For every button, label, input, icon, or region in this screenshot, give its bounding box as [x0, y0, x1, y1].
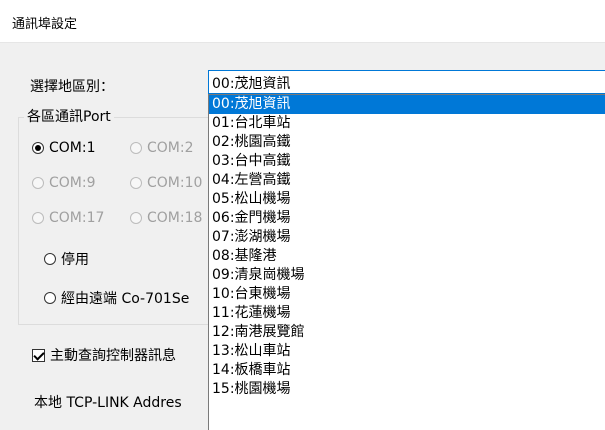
- dropdown-item[interactable]: 04:左營高鐵: [209, 171, 605, 190]
- radio-label: COM:9: [49, 175, 96, 191]
- port-group-title: 各區通訊Port: [24, 106, 114, 126]
- title-bar: 通訊埠設定: [0, 0, 605, 43]
- dropdown-item[interactable]: 14:板橋車站: [209, 361, 605, 380]
- dropdown-item[interactable]: 03:台中高鐵: [209, 152, 605, 171]
- radio-label: COM:1: [49, 140, 96, 156]
- region-dropdown-list[interactable]: 00:茂旭資訊 01:台北車站 02:桃園高鐵 03:台中高鐵 04:左營高鐵 …: [208, 94, 605, 430]
- dropdown-item[interactable]: 00:茂旭資訊: [209, 95, 605, 114]
- dropdown-item[interactable]: 09:清泉崗機場: [209, 266, 605, 285]
- region-combobox[interactable]: 00:茂旭資訊: [208, 70, 605, 94]
- radio-label: 經由遠端 Co-701Se: [61, 291, 190, 307]
- radio-com-1[interactable]: COM:1: [32, 140, 96, 156]
- radio-circle-icon: [130, 142, 142, 154]
- dropdown-item[interactable]: 07:澎湖機場: [209, 228, 605, 247]
- dropdown-item[interactable]: 11:花蓮機場: [209, 304, 605, 323]
- dropdown-item[interactable]: 06:金門機場: [209, 209, 605, 228]
- region-combobox-value: 00:茂旭資訊: [212, 76, 291, 92]
- radio-com-18[interactable]: COM:18: [130, 210, 202, 226]
- radio-circle-icon: [44, 253, 56, 265]
- window-title: 通訊埠設定: [12, 17, 78, 32]
- dropdown-item[interactable]: 10:台東機場: [209, 285, 605, 304]
- radio-label: COM:18: [147, 210, 203, 226]
- radio-remote[interactable]: 經由遠端 Co-701Se: [44, 288, 189, 308]
- dropdown-item[interactable]: 15:桃園機場: [209, 380, 605, 399]
- radio-circle-icon: [32, 177, 44, 189]
- dropdown-item[interactable]: 01:台北車站: [209, 114, 605, 133]
- radio-label: COM:17: [49, 210, 105, 226]
- radio-com-2[interactable]: COM:2: [130, 140, 194, 156]
- dropdown-item[interactable]: 08:基隆港: [209, 247, 605, 266]
- dropdown-item[interactable]: 12:南港展覽館: [209, 323, 605, 342]
- radio-label: COM:2: [147, 140, 194, 156]
- radio-disable[interactable]: 停用: [44, 249, 89, 269]
- radio-label: 停用: [61, 252, 89, 268]
- tcp-link-label: 本地 TCP-LINK Addres: [34, 395, 182, 411]
- checkbox-label: 主動查詢控制器訊息: [50, 348, 176, 364]
- dropdown-item[interactable]: 02:桃園高鐵: [209, 133, 605, 152]
- radio-com-10[interactable]: COM:10: [130, 175, 202, 191]
- radio-circle-icon: [130, 212, 142, 224]
- active-query-checkbox[interactable]: 主動查詢控制器訊息: [32, 345, 176, 365]
- radio-com-9[interactable]: COM:9: [32, 175, 96, 191]
- radio-com-17[interactable]: COM:17: [32, 210, 104, 226]
- dropdown-item[interactable]: 05:松山機場: [209, 190, 605, 209]
- radio-circle-icon: [44, 292, 56, 304]
- dropdown-item[interactable]: 13:松山車站: [209, 342, 605, 361]
- radio-circle-icon: [32, 142, 44, 154]
- region-label: 選擇地區別：: [30, 79, 114, 95]
- checkbox-check-icon: [32, 348, 45, 362]
- radio-label: COM:10: [147, 175, 203, 191]
- radio-circle-icon: [32, 212, 44, 224]
- radio-circle-icon: [130, 177, 142, 189]
